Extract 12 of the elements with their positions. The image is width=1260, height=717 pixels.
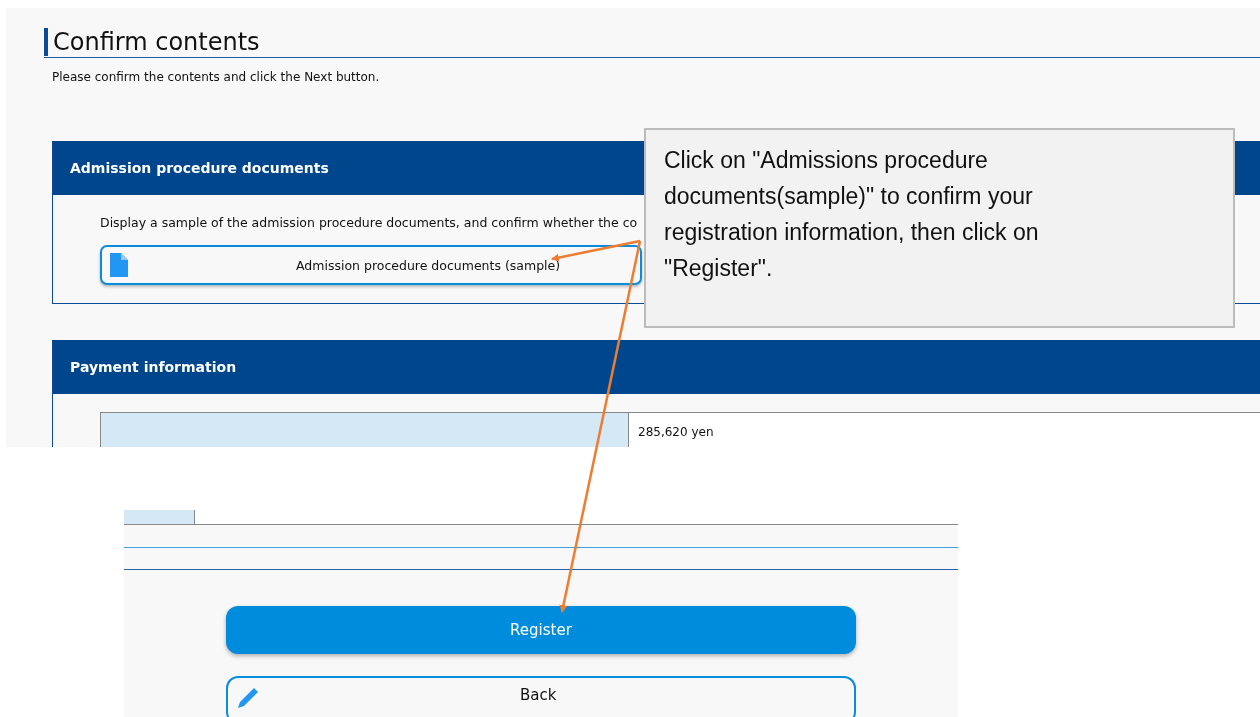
pencil-icon <box>236 686 260 710</box>
back-button[interactable]: Back <box>226 676 856 717</box>
heading-marker <box>44 28 48 56</box>
register-button[interactable]: Register <box>226 606 856 654</box>
table-cell: 285,620 yen <box>629 413 1260 447</box>
callout-box: Click on "Admissions procedure documents(sample)" to confirm your registration information, then click on "Register". <box>644 128 1235 328</box>
page-title: Confirm contents <box>53 28 260 56</box>
instruction-text: Please confirm the contents and click the Next button. <box>52 70 381 84</box>
section-header: Payment information <box>53 340 1260 394</box>
document-icon <box>110 253 128 277</box>
description-text: Display a sample of the admission procedure documents, and confirm whether the co <box>100 215 639 230</box>
document-button[interactable]: Admission procedure documents (sample) <box>100 245 642 285</box>
